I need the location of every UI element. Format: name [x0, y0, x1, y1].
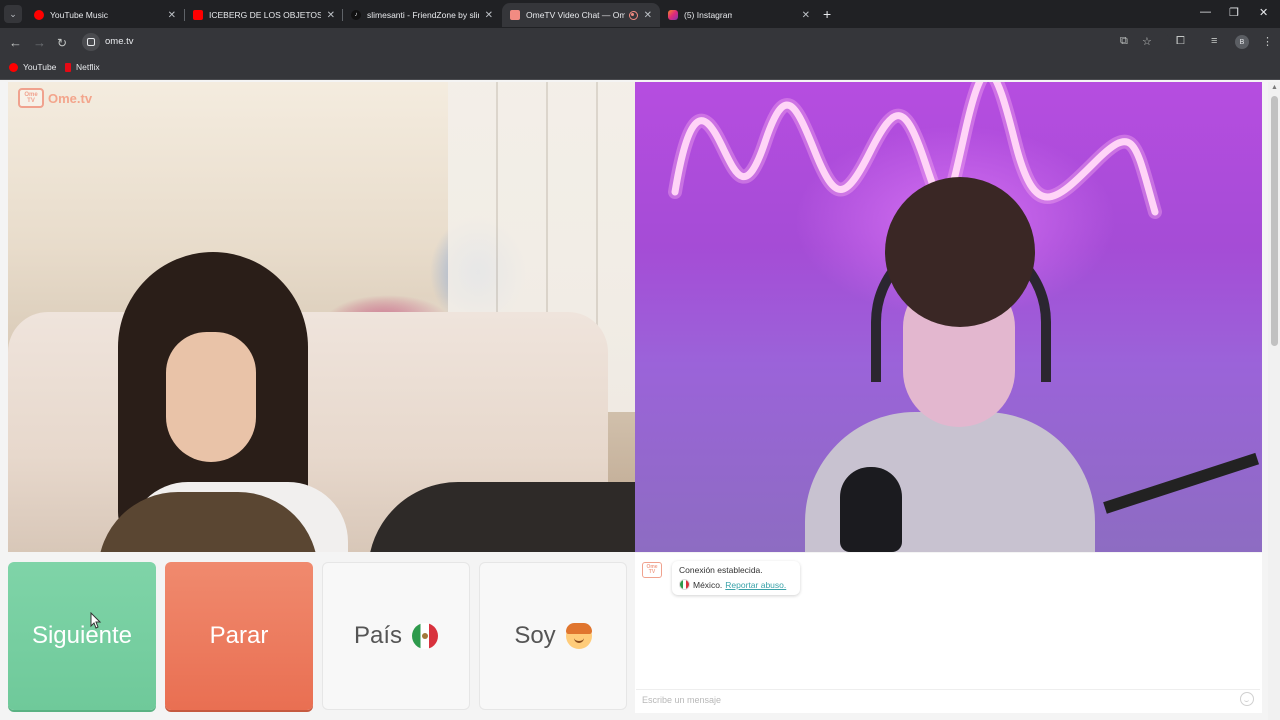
emoji-icon[interactable]: [1240, 692, 1254, 706]
next-button[interactable]: Siguiente: [8, 562, 156, 710]
bookmark-netflix[interactable]: Netflix: [65, 62, 100, 72]
tab-title: ICEBERG DE LOS OBJETOS PERI: [209, 10, 321, 20]
install-app-icon[interactable]: ⧉: [1120, 35, 1128, 48]
self-video: [635, 82, 1262, 552]
tab-iceberg[interactable]: ICEBERG DE LOS OBJETOS PERI ✕: [185, 3, 343, 27]
report-abuse-link[interactable]: Reportar abuso.: [725, 580, 786, 590]
next-button-label: Siguiente: [31, 622, 133, 649]
new-tab-button[interactable]: +: [823, 6, 831, 22]
url-text[interactable]: ome.tv: [105, 36, 134, 47]
restore-icon[interactable]: ❐: [1229, 6, 1239, 19]
close-icon[interactable]: ✕: [168, 10, 176, 21]
gender-button[interactable]: Soy: [479, 562, 627, 710]
recording-icon: [628, 10, 638, 20]
reload-icon[interactable]: ↻: [57, 35, 67, 51]
minimize-icon[interactable]: —: [1200, 6, 1211, 18]
bookmark-youtube[interactable]: YouTube: [9, 62, 56, 72]
video-scene: [166, 332, 256, 462]
country-button-label: País: [353, 622, 403, 649]
country-button[interactable]: País: [322, 562, 470, 710]
stop-button-label: Parar: [209, 622, 269, 649]
youtube-icon: [193, 10, 203, 20]
ometv-logo-icon: Ome TV: [18, 88, 44, 108]
mexico-flag-icon: [412, 623, 439, 649]
profile-avatar[interactable]: B: [1235, 35, 1249, 49]
tab-title: OmeTV Video Chat — Ome: [526, 10, 625, 20]
tab-search-button[interactable]: ⌄: [4, 5, 22, 23]
tiktok-icon: ♪: [351, 10, 361, 20]
close-icon[interactable]: ✕: [644, 10, 652, 21]
ometv-logo[interactable]: Ome TV Ome.tv: [18, 88, 92, 108]
message-input[interactable]: [636, 689, 1260, 709]
menu-kebab-icon[interactable]: ⋮: [1262, 35, 1273, 48]
bookmark-label: YouTube: [23, 62, 57, 72]
gender-button-label: Soy: [514, 622, 556, 649]
boy-emoji-icon: [565, 623, 592, 649]
video-scene: [840, 467, 902, 552]
forward-icon[interactable]: →: [33, 35, 46, 51]
stop-button[interactable]: Parar: [165, 562, 313, 710]
bookmark-label: Netflix: [76, 62, 100, 72]
tab-tiktok[interactable]: ♪ slimesanti - FriendZone by slim ✕: [343, 3, 501, 27]
media-controls-icon[interactable]: ≡: [1211, 35, 1217, 47]
scroll-up-arrow-icon[interactable]: ▲: [1271, 84, 1278, 91]
ometv-icon: [510, 10, 520, 20]
youtube-icon: [9, 62, 18, 72]
video-scene: [885, 177, 1035, 327]
tab-ometv[interactable]: OmeTV Video Chat — Ome ✕: [502, 3, 660, 27]
close-icon[interactable]: ✕: [327, 10, 335, 21]
mouse-pointer-icon: [90, 612, 102, 629]
mexico-flag-icon: [679, 579, 690, 590]
scrollbar-thumb[interactable]: [1271, 96, 1278, 346]
system-message: Conexión establecida. México. Reportar a…: [672, 561, 800, 595]
back-icon[interactable]: ←: [9, 35, 22, 51]
ometv-logo-text: Ome.tv: [48, 90, 93, 106]
ometv-chat-avatar-icon: Ome TV: [642, 562, 662, 578]
extensions-icon[interactable]: ⧠: [1176, 35, 1185, 48]
address-bar[interactable]: [80, 31, 1170, 53]
window-close-icon[interactable]: ✕: [1259, 6, 1268, 19]
youtube-music-icon: [34, 10, 44, 20]
bookmarks-bar: [0, 56, 1280, 80]
tab-title: slimesanti - FriendZone by slim: [367, 10, 479, 20]
instagram-icon: [668, 10, 678, 20]
stranger-video: [8, 82, 635, 552]
tab-youtube-music[interactable]: YouTube Music ✕: [26, 3, 184, 27]
stranger-country: México.: [693, 579, 723, 590]
bookmark-star-icon[interactable]: ☆: [1142, 35, 1152, 48]
netflix-icon: [65, 62, 71, 72]
connection-status-text: Conexión establecida.: [679, 565, 763, 575]
tab-instagram[interactable]: (5) Instagram ✕: [660, 3, 818, 27]
tab-title: (5) Instagram: [684, 10, 732, 20]
site-info-icon[interactable]: [82, 33, 100, 51]
close-icon[interactable]: ✕: [802, 10, 810, 21]
tab-title: YouTube Music: [50, 10, 108, 20]
close-icon[interactable]: ✕: [485, 10, 493, 21]
